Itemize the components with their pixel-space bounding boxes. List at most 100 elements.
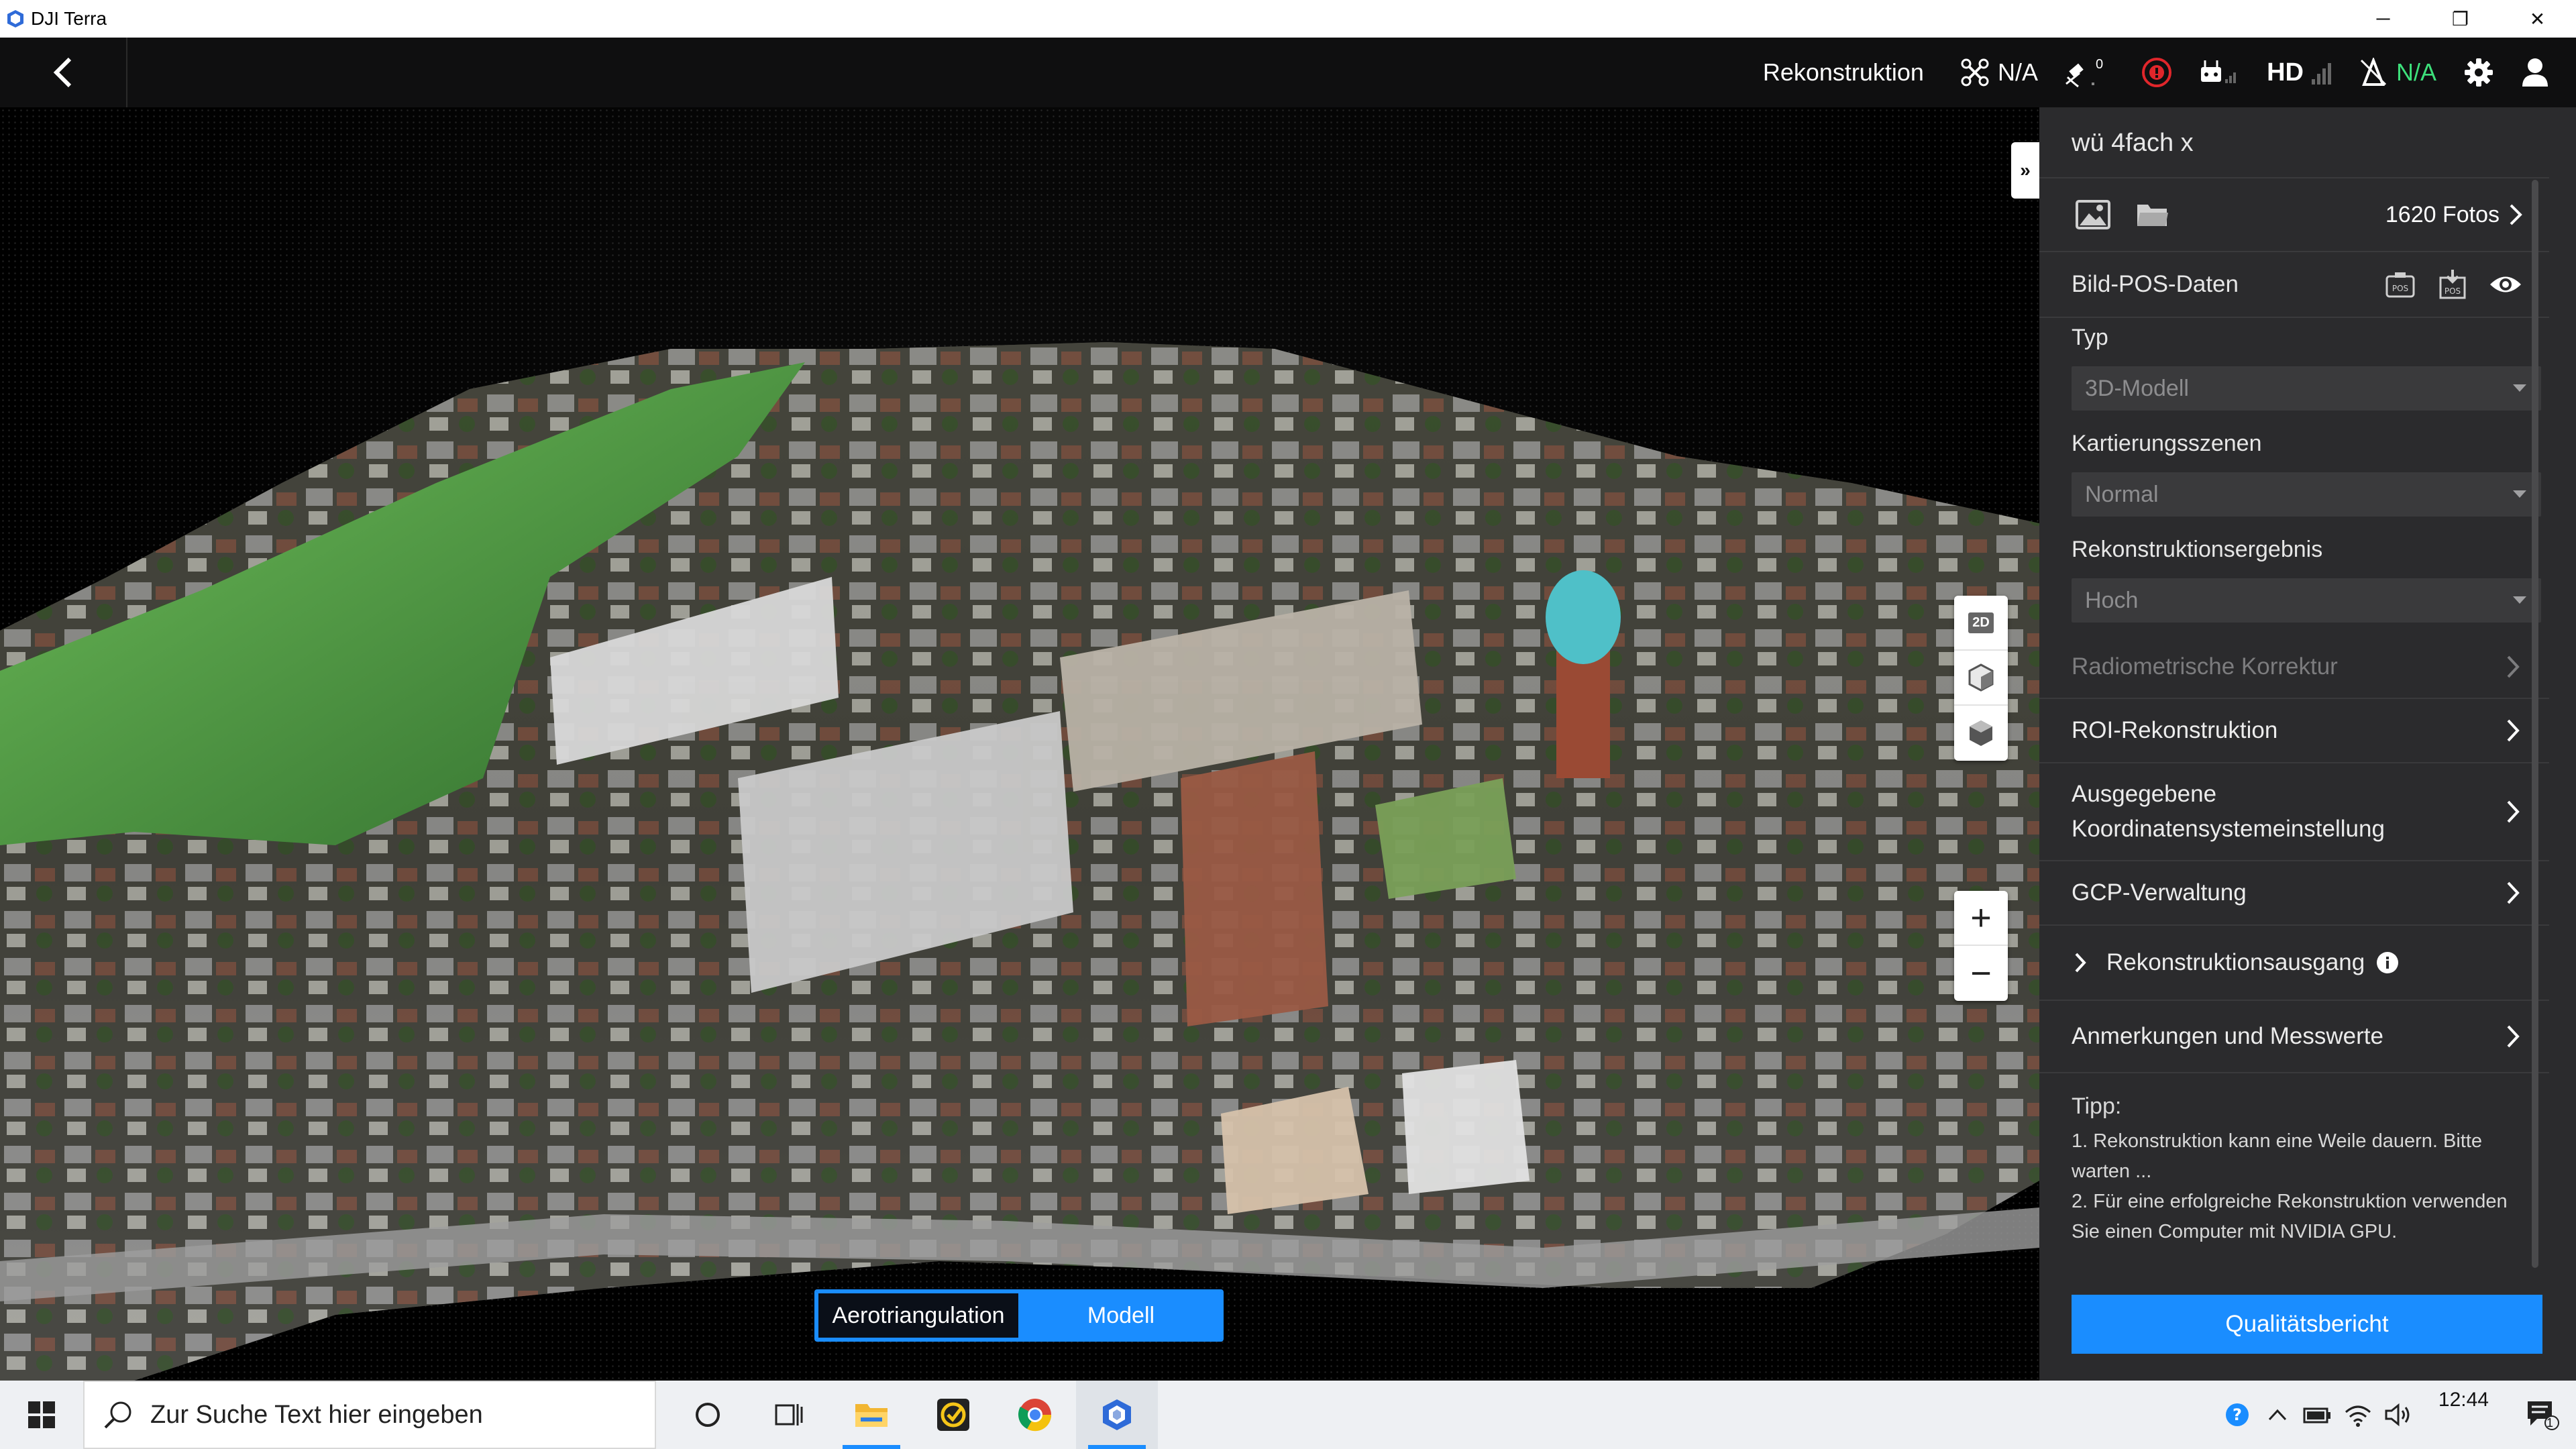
svg-text:POS: POS (2392, 284, 2408, 293)
typ-value: 3D-Modell (2085, 375, 2189, 401)
panel-scrollbar[interactable] (2532, 180, 2538, 1268)
annotations-label: Anmerkungen und Messwerte (2072, 1023, 2383, 1049)
rtk-status[interactable]: N/A (2359, 58, 2436, 87)
battery-icon (2303, 1407, 2330, 1424)
quality-report-button[interactable]: Qualitätsbericht (2072, 1295, 2542, 1354)
ergebnis-select[interactable]: Hoch (2072, 578, 2541, 623)
notification-icon (2527, 1401, 2559, 1430)
gcp-management-row[interactable]: GCP-Verwaltung (2039, 861, 2549, 926)
image-pos-label: Bild-POS-Daten (2072, 271, 2239, 297)
2d-view-button[interactable]: 2D (1954, 596, 2008, 651)
3d-solid-view-button[interactable] (1954, 706, 2008, 761)
dji-terra-icon (1103, 1399, 1131, 1430)
task-view-button[interactable] (749, 1381, 830, 1449)
3d-view-button[interactable] (1954, 651, 2008, 706)
norton-check-icon (937, 1399, 969, 1431)
eye-icon[interactable] (2489, 273, 2522, 296)
show-hidden-icons-button[interactable] (2257, 1381, 2298, 1449)
folder-icon (855, 1404, 888, 1427)
battery-button[interactable] (2298, 1381, 2338, 1449)
remote-controller-icon (2201, 60, 2237, 83)
photos-row[interactable]: 1620 Fotos (2039, 178, 2549, 252)
satellite-icon (2065, 63, 2094, 88)
cortana-button[interactable] (667, 1381, 749, 1449)
model-viewport[interactable]: » 2D + − Aerotriangulation Modell (0, 107, 2039, 1381)
zoom-in-button[interactable]: + (1954, 891, 2008, 946)
wifi-button[interactable] (2338, 1381, 2378, 1449)
account-button[interactable] (2521, 57, 2549, 88)
notification-center-button[interactable]: 1 (2516, 1381, 2576, 1449)
minimize-button[interactable]: ─ (2345, 0, 2422, 38)
taskbar-clock[interactable]: 12:44 (2438, 1389, 2489, 1411)
dji-terra-taskbar-button[interactable] (1076, 1381, 1158, 1449)
back-button[interactable] (0, 38, 127, 107)
radiometric-label: Radiometrische Korrektur (2072, 653, 2338, 680)
image-icon[interactable] (2076, 200, 2110, 229)
alert-icon (2142, 58, 2172, 87)
zoom-out-button[interactable]: − (1954, 946, 2008, 1001)
pos-export-icon[interactable]: POS (2436, 268, 2469, 301)
zoom-toolbar: + − (1954, 891, 2008, 1001)
app-top-bar: Rekonstruktion N/A 0 HD N/A (0, 38, 2576, 107)
chevron-right-icon (2507, 1025, 2520, 1048)
image-pos-row: Bild-POS-Daten POS POS (2039, 252, 2549, 318)
reconstruction-panel: wü 4fach x 1620 Fotos Bild-POS-Daten POS (2039, 107, 2576, 1381)
pos-import-icon[interactable]: POS (2384, 270, 2416, 299)
annotations-row[interactable]: Anmerkungen und Messwerte (2039, 1001, 2549, 1073)
alert-status[interactable] (2141, 56, 2173, 89)
taskbar-search-input[interactable]: Zur Suche Text hier eingeben (83, 1381, 656, 1449)
cortana-circle-icon (696, 1403, 720, 1427)
window-titlebar: DJI Terra ─ ❐ ✕ (0, 0, 2576, 38)
typ-label: Typ (2072, 325, 2108, 350)
3d-model-render[interactable] (0, 107, 2039, 1381)
kartierung-label: Kartierungsszenen (2072, 431, 2262, 456)
2d-view-icon: 2D (1968, 612, 1994, 633)
chevron-right-icon (2510, 204, 2522, 225)
start-button[interactable] (0, 1381, 83, 1449)
info-icon[interactable] (2375, 951, 2400, 975)
settings-button[interactable] (2463, 57, 2494, 88)
norton-button[interactable] (912, 1381, 994, 1449)
remote-controller-status[interactable] (2200, 59, 2240, 86)
radiometric-correction-row[interactable]: Radiometrische Korrektur (2039, 636, 2549, 699)
chevron-up-icon (2268, 1409, 2287, 1421)
volume-button[interactable] (2378, 1381, 2418, 1449)
kartierung-select[interactable]: Normal (2072, 472, 2541, 517)
3d-solid-box-icon (1970, 720, 1992, 746)
water-tower (1546, 570, 1621, 778)
photos-count-link[interactable]: 1620 Fotos (2385, 202, 2522, 228)
model-tab[interactable]: Modell (1020, 1291, 1222, 1340)
dji-terra-logo-icon (7, 10, 23, 28)
collapse-panel-button[interactable]: » (2011, 142, 2039, 199)
typ-select[interactable]: 3D-Modell (2072, 366, 2541, 411)
reconstruction-output-row[interactable]: Rekonstruktionsausgang (2039, 926, 2549, 1001)
file-explorer-button[interactable] (830, 1381, 912, 1449)
taskbar-apps (667, 1381, 1158, 1449)
chevron-left-icon (53, 57, 72, 88)
speaker-icon (2385, 1403, 2410, 1427)
status-bar: Rekonstruktion N/A 0 HD N/A (1763, 38, 2549, 107)
svg-text:?: ? (2233, 1405, 2242, 1424)
folder-icon[interactable] (2136, 201, 2169, 229)
aerotriangulation-tab[interactable]: Aerotriangulation (816, 1291, 1020, 1340)
output-label: Rekonstruktionsausgang (2106, 949, 2365, 975)
close-button[interactable]: ✕ (2499, 0, 2576, 38)
double-chevron-right-icon: » (2020, 160, 2031, 180)
gear-icon (2465, 58, 2493, 87)
help-button[interactable]: ? (2217, 1381, 2257, 1449)
coordinate-system-row[interactable]: Ausgegebene Koordinatensystemeinstellung (2039, 763, 2549, 861)
restore-button[interactable]: ❐ (2422, 0, 2499, 38)
chrome-button[interactable] (994, 1381, 1076, 1449)
roi-reconstruction-row[interactable]: ROI-Rekonstruktion (2039, 699, 2549, 763)
tips-fade (2039, 1241, 2549, 1275)
chevron-right-icon (2507, 655, 2520, 678)
hd-label: HD (2267, 58, 2304, 87)
drone-status[interactable]: N/A (1960, 58, 2038, 87)
coordinate-system-line2: Koordinatensystemeinstellung (2072, 816, 2385, 842)
window-title: DJI Terra (31, 8, 107, 29)
chevron-right-icon (2507, 800, 2520, 823)
ergebnis-label: Rekonstruktionsergebnis (2072, 537, 2323, 562)
hd-signal-status[interactable]: HD (2267, 58, 2332, 87)
gnss-status[interactable]: 0 (2065, 57, 2114, 88)
photos-count: 1620 Fotos (2385, 201, 2500, 227)
